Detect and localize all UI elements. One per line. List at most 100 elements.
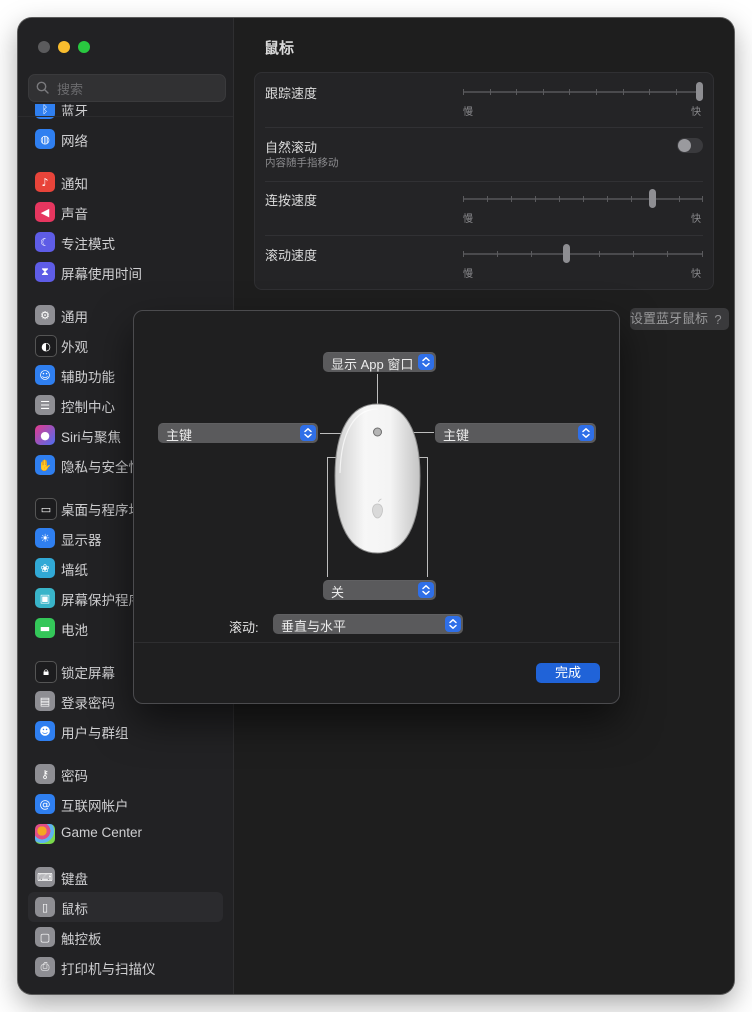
lock-screen-icon: 🔒︎ [35,661,57,683]
sidebar-item-printers-scanners[interactable]: ⎙ 打印机与扫描仪 [28,952,223,982]
sidebar-item-label: 控制中心 [61,400,115,415]
sidebar-item-label: 网络 [61,134,88,149]
double-click-speed-label: 连按速度 [265,193,318,208]
sidebar-item-game-center[interactable]: Game Center [28,819,223,849]
left-button-action-popup[interactable]: 主键 [158,423,318,443]
page-title: 鼠标 [264,40,295,57]
sidebar-item-label: 登录密码 [61,696,115,711]
sidebar-item-notifications[interactable]: ♪ 通知 [28,167,223,197]
sidebar-item-label: 屏幕使用时间 [61,267,142,282]
chevron-up-down-icon [418,582,434,598]
close-window-button[interactable] [38,41,50,53]
chevron-up-down-icon [300,425,316,441]
popup-value: 关 [331,585,345,600]
accessibility-icon: ☺ [35,365,55,385]
at-icon: @ [35,794,55,814]
battery-icon: ▬ [35,618,55,638]
moon-icon: ☾ [35,232,55,252]
help-button[interactable]: ? [708,310,728,330]
siri-icon: ● [35,425,55,445]
sidebar-divider [18,116,233,117]
dock-icon: ▭ [35,498,57,520]
sidebar-item-label: 鼠标 [61,902,88,917]
flower-icon: ❀ [35,558,55,578]
sidebar-item-sound[interactable]: ◀ 声音 [28,197,223,227]
control-center-icon: ☰ [35,395,55,415]
sidebar-item-passwords[interactable]: ⚷ 密码 [28,759,223,789]
sidebar-item-bluetooth[interactable]: ᛒ 蓝牙 [28,104,223,124]
sidebar-item-label: 专注模式 [61,237,115,252]
sidebar-item-label: 互联网帐户 [61,799,129,814]
slider-min-label: 慢 [463,107,473,118]
double-click-speed-knob[interactable] [649,189,656,208]
sidebar-search[interactable] [28,74,226,102]
double-click-speed-row: 连按速度 慢 快 [255,181,713,235]
sidebar-item-label: 隐私与安全性 [61,460,142,475]
sidebar-item-label: 墙纸 [61,563,88,578]
done-button[interactable]: 完成 [536,663,600,683]
zoom-window-button[interactable] [78,41,90,53]
right-button-action-popup[interactable]: 主键 [435,423,596,443]
sidebar-item-label: 声音 [61,207,88,222]
dialog-divider [134,642,619,643]
scroll-speed-label: 滚动速度 [265,248,318,263]
sidebar-item-label: 蓝牙 [61,104,88,119]
tracking-speed-row: 跟踪速度 慢 快 [255,73,713,127]
sidebar-item-label: 通用 [61,310,88,325]
sidebar-item-label: 触控板 [61,932,102,947]
connector-line [427,457,428,577]
scroll-speed-knob[interactable] [563,244,570,263]
sidebar-item-label: 用户与群组 [61,726,129,741]
speaker-icon: ◀ [35,202,55,222]
keyboard-icon: ⌨ [35,867,55,887]
sidebar-item-label: 密码 [61,769,88,784]
sidebar-item-label: 电池 [61,623,88,638]
popup-value: 主键 [443,428,470,443]
sidebar-item-mouse[interactable]: ▯ 鼠标 [28,892,223,922]
sidebar-item-keyboard[interactable]: ⌨ 键盘 [28,862,223,892]
connector-line [327,457,328,577]
double-click-speed-slider[interactable] [463,189,703,208]
sidebar-item-internet-accounts[interactable]: @ 互联网帐户 [28,789,223,819]
sidebar-item-label: 屏幕保护程序 [61,593,142,608]
side-button-action-popup[interactable]: 关 [323,580,436,600]
mouse-icon: ▯ [35,897,55,917]
slider-min-label: 慢 [463,269,473,280]
scrolling-mode-popup[interactable]: 垂直与水平 [273,614,463,634]
sidebar-item-focus[interactable]: ☾ 专注模式 [28,227,223,257]
bell-icon: ♪ [35,172,55,192]
gear-icon: ⚙ [35,305,55,325]
chevron-up-down-icon [445,616,461,632]
screensaver-icon: ▣ [35,588,55,608]
sidebar-item-label: 辅助功能 [61,370,115,385]
lock-icon: ▤ [35,691,55,711]
scroll-speed-slider[interactable] [463,244,703,263]
minimize-window-button[interactable] [58,41,70,53]
sidebar-item-screen-time[interactable]: ⧗ 屏幕使用时间 [28,257,223,287]
key-icon: ⚷ [35,764,55,784]
tracking-speed-slider[interactable] [463,82,703,101]
chevron-up-down-icon [578,425,594,441]
sidebar-item-trackpad[interactable]: ▢ 触控板 [28,922,223,952]
top-button-action-popup[interactable]: 显示 App 窗口 [323,352,436,372]
sidebar-item-label: 桌面与程序坞 [61,503,142,518]
appearance-icon: ◐ [35,335,57,357]
natural-scrolling-label: 自然滚动 [265,140,318,155]
natural-scrolling-toggle[interactable] [677,138,703,153]
users-icon: ☻ [35,721,55,741]
sidebar-item-users-groups[interactable]: ☻ 用户与群组 [28,716,223,746]
sidebar-item-label: 锁定屏幕 [61,666,115,681]
hourglass-icon: ⧗ [35,262,55,282]
natural-scrolling-row: 自然滚动 内容随手指移动 [255,127,713,181]
search-input[interactable] [55,78,219,100]
sidebar-item-label: Game Center [61,825,143,840]
printer-icon: ⎙ [35,957,55,977]
sidebar-item-label: 显示器 [61,533,102,548]
sidebar-item-label: 外观 [61,340,88,355]
tracking-speed-knob[interactable] [696,82,703,101]
scrolling-label: 滚动: [229,620,259,635]
sidebar-item-label: Siri与聚焦 [61,430,121,445]
sidebar-item-network[interactable]: ◍ 网络 [28,124,223,154]
sidebar-item-label: 打印机与扫描仪 [61,962,156,977]
mouse-settings-group: 跟踪速度 慢 快 自然滚动 内容随手指移动 连按速度 慢 快 滚动速度 慢 快 [254,72,714,290]
